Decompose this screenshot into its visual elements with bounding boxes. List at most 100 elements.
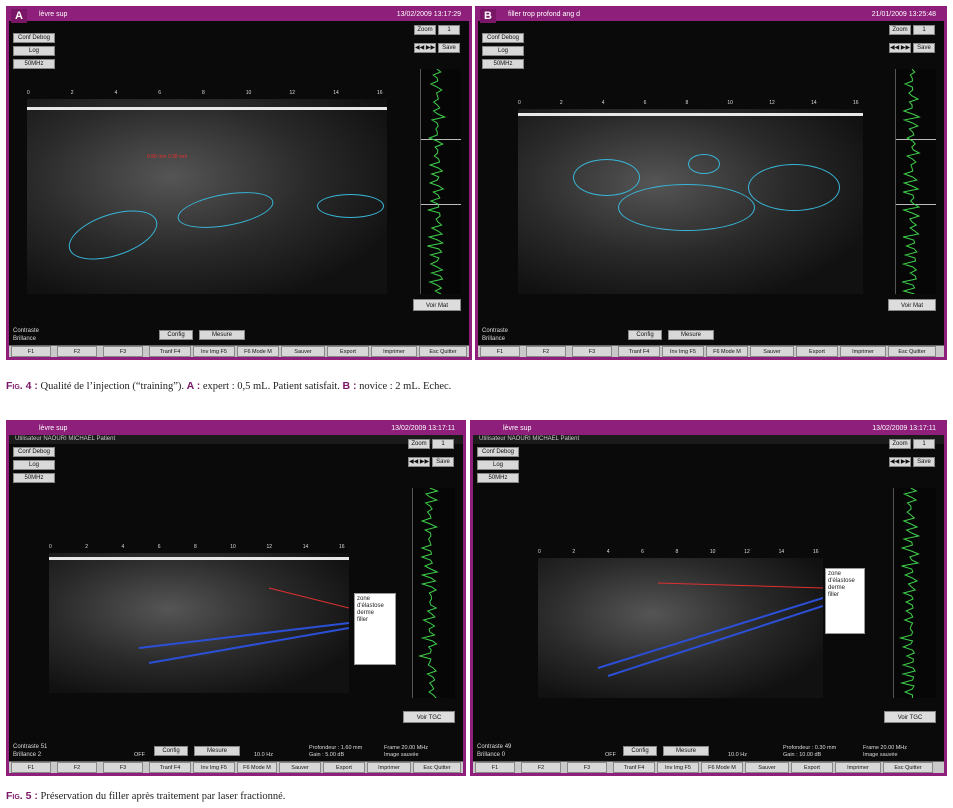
off-label: OFF [134, 752, 145, 759]
mesure-button[interactable]: Mesure [194, 746, 240, 756]
conf-debog-button[interactable]: Conf Debog [482, 33, 524, 43]
axis-tick: 8 [676, 549, 679, 555]
window-titlebar: filler trop profond ang d 21/01/2009 13:… [478, 9, 944, 21]
function-toolbar: F1 F2 F3 Tranf F4 Inv Img F5 F6 Mode M S… [9, 761, 463, 773]
f3-button[interactable]: F3 [567, 762, 607, 773]
sauver-button[interactable]: Sauver [281, 346, 325, 357]
tranf-button[interactable]: Tranf F4 [613, 762, 655, 773]
config-button[interactable]: Config [154, 746, 188, 756]
export-button[interactable]: Export [791, 762, 833, 773]
legend-derme: derme [828, 585, 862, 592]
rewind-icon[interactable]: ◀◀ ▶▶ [889, 457, 911, 467]
sauver-button[interactable]: Sauver [750, 346, 794, 357]
imprimer-button[interactable]: Imprimer [840, 346, 886, 357]
voir-mat-button[interactable]: Voir Mat [413, 299, 461, 311]
config-button[interactable]: Config [159, 330, 193, 340]
voir-tgc-button[interactable]: Voir TGC [884, 711, 936, 723]
mode-m-button[interactable]: F6 Mode M [701, 762, 743, 773]
filler-outline [573, 159, 640, 196]
zoom-label: Zoom [408, 439, 430, 449]
skin-surface-line [27, 107, 387, 110]
save-button[interactable]: Save [913, 457, 935, 467]
tranf-button[interactable]: Tranf F4 [618, 346, 660, 357]
f2-button[interactable]: F2 [57, 346, 97, 357]
sauver-button[interactable]: Sauver [279, 762, 321, 773]
quitter-button[interactable]: Esc Quitter [413, 762, 461, 773]
50mhz-checkbox[interactable]: 50MHz [13, 473, 55, 483]
50mhz-checkbox[interactable]: 50MHz [13, 59, 55, 69]
axis-tick: 0 [49, 544, 52, 550]
rewind-icon[interactable]: ◀◀ ▶▶ [889, 43, 911, 53]
quitter-button[interactable]: Esc Quitter [888, 346, 936, 357]
mode-m-button[interactable]: F6 Mode M [237, 346, 279, 357]
50mhz-checkbox[interactable]: 50MHz [482, 59, 524, 69]
mesure-button[interactable]: Mesure [663, 746, 709, 756]
zoom-value[interactable]: 1 [438, 25, 460, 35]
tranf-button[interactable]: Tranf F4 [149, 346, 191, 357]
f1-button[interactable]: F1 [480, 346, 520, 357]
export-button[interactable]: Export [323, 762, 365, 773]
imprimer-button[interactable]: Imprimer [371, 346, 417, 357]
zoom-value[interactable]: 1 [913, 439, 935, 449]
fig4-caption: Fig. 4 : Qualité de l’injection (“traini… [6, 380, 451, 392]
f3-button[interactable]: F3 [572, 346, 612, 357]
tranf-button[interactable]: Tranf F4 [149, 762, 191, 773]
quitter-button[interactable]: Esc Quitter [419, 346, 467, 357]
left-controls: Conf Debog Log 50MHz [13, 447, 61, 486]
fig4-caption-b-label: B : [343, 380, 357, 392]
filler-lines [49, 553, 349, 693]
imprimer-button[interactable]: Imprimer [367, 762, 411, 773]
log-button[interactable]: Log [482, 46, 524, 56]
window-titlebar: lèvre sup 13/02/2009 13:17:11 [9, 423, 463, 435]
conf-debog-button[interactable]: Conf Debog [477, 447, 519, 457]
f2-button[interactable]: F2 [57, 762, 97, 773]
log-button[interactable]: Log [13, 460, 55, 470]
inv-img-button[interactable]: Inv Img F5 [657, 762, 699, 773]
f1-button[interactable]: F1 [11, 346, 51, 357]
axis-tick: 6 [644, 100, 647, 106]
f2-button[interactable]: F2 [526, 346, 566, 357]
tgc-panel [895, 69, 936, 294]
voir-mat-button[interactable]: Voir Mat [888, 299, 936, 311]
zoom-value[interactable]: 1 [432, 439, 454, 449]
config-button[interactable]: Config [623, 746, 657, 756]
axis-tick: 2 [572, 549, 575, 555]
rewind-icon[interactable]: ◀◀ ▶▶ [408, 457, 430, 467]
profondeur-text: Profondeur : 0.30 mm [783, 745, 836, 752]
f1-button[interactable]: F1 [11, 762, 51, 773]
f1-button[interactable]: F1 [475, 762, 515, 773]
f2-button[interactable]: F2 [521, 762, 561, 773]
mode-m-button[interactable]: F6 Mode M [706, 346, 748, 357]
conf-debog-button[interactable]: Conf Debog [13, 33, 55, 43]
save-button[interactable]: Save [432, 457, 454, 467]
axis-tick: 2 [85, 544, 88, 550]
export-button[interactable]: Export [327, 346, 369, 357]
inv-img-button[interactable]: Inv Img F5 [193, 762, 235, 773]
f3-button[interactable]: F3 [103, 762, 143, 773]
fig4-panel-b: B filler trop profond ang d 21/01/2009 1… [475, 6, 947, 360]
inv-img-button[interactable]: Inv Img F5 [193, 346, 235, 357]
voir-tgc-button[interactable]: Voir TGC [403, 711, 455, 723]
sauver-button[interactable]: Sauver [745, 762, 789, 773]
mesure-button[interactable]: Mesure [199, 330, 245, 340]
mode-m-button[interactable]: F6 Mode M [237, 762, 277, 773]
log-button[interactable]: Log [13, 46, 55, 56]
save-button[interactable]: Save [913, 43, 935, 53]
50mhz-checkbox[interactable]: 50MHz [477, 473, 519, 483]
image-text: Image sauvée [384, 752, 428, 759]
log-button[interactable]: Log [477, 460, 519, 470]
imprimer-button[interactable]: Imprimer [835, 762, 881, 773]
config-button[interactable]: Config [628, 330, 662, 340]
rewind-icon[interactable]: ◀◀ ▶▶ [414, 43, 436, 53]
axis-tick: 10 [230, 544, 236, 550]
inv-img-button[interactable]: Inv Img F5 [662, 346, 704, 357]
conf-debog-button[interactable]: Conf Debog [13, 447, 55, 457]
left-controls: Conf Debog Log 50MHz [482, 33, 530, 72]
export-button[interactable]: Export [796, 346, 838, 357]
quitter-button[interactable]: Esc Quitter [883, 762, 933, 773]
save-button[interactable]: Save [438, 43, 460, 53]
f3-button[interactable]: F3 [103, 346, 143, 357]
axis-tick: 12 [769, 100, 775, 106]
mesure-button[interactable]: Mesure [668, 330, 714, 340]
zoom-value[interactable]: 1 [913, 25, 935, 35]
